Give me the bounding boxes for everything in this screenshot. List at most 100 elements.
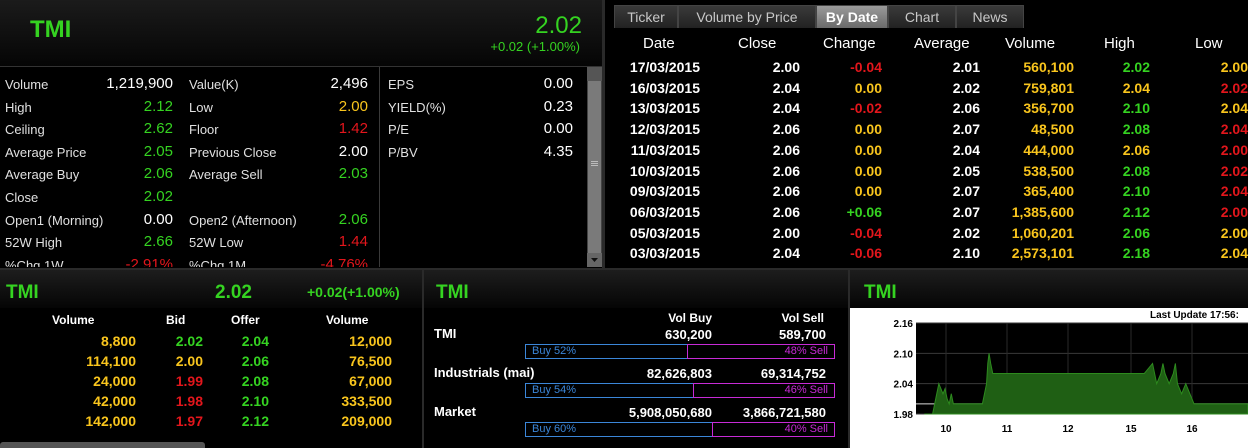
scroll-up-button[interactable] xyxy=(587,67,602,81)
orderbook-ov: 12,000 xyxy=(349,333,392,349)
cell-close: 2.06 xyxy=(772,162,800,179)
stat-label: Low xyxy=(189,99,213,115)
scroll-thumb[interactable] xyxy=(588,81,601,253)
stat-value: 0.00 xyxy=(543,120,573,138)
table-row[interactable]: 12/03/2015 2.06 0.00 2.07 48,500 2.08 2.04 xyxy=(605,121,1248,141)
y-tick-label: 2.16 xyxy=(894,319,914,330)
column-header[interactable]: Change xyxy=(823,35,876,52)
tab-by-date[interactable]: By Date xyxy=(816,5,888,28)
orderbook-bv: 114,100 xyxy=(86,353,136,369)
grip-icon xyxy=(591,161,598,162)
orderbook-bv: 42,000 xyxy=(93,393,136,409)
chart-title: TMI xyxy=(864,282,897,303)
tab-chart[interactable]: Chart xyxy=(888,5,956,28)
orderbook-header: Volume xyxy=(326,313,369,327)
tab-ticker[interactable]: Ticker xyxy=(614,5,678,28)
tab-volume-by-price[interactable]: Volume by Price xyxy=(678,5,816,28)
stat-label: Volume xyxy=(5,77,49,92)
cell-avg: 2.02 xyxy=(952,79,980,96)
stat-value: 0.23 xyxy=(543,97,573,115)
vol-buy-header: Vol Buy xyxy=(668,311,712,325)
orderbook-offer: 2.12 xyxy=(241,413,269,429)
cell-vol: 560,100 xyxy=(1023,59,1074,75)
stat-label: %Chg 1W xyxy=(5,257,64,267)
orderbook-bv: 142,000 xyxy=(85,413,136,429)
cell-close: 2.06 xyxy=(772,203,800,220)
stat-label: Average Price xyxy=(5,144,87,160)
orderbook-ov: 333,500 xyxy=(341,393,392,409)
table-row[interactable]: 05/03/2015 2.00 -0.04 2.02 1,060,201 2.06 2.00 xyxy=(605,225,1248,245)
column-header[interactable]: High xyxy=(1104,35,1135,52)
cell-close: 2.06 xyxy=(772,141,800,158)
stat-label: %Chg 1M xyxy=(189,257,247,267)
intraday-chart: 2.16 2.10 2.04 1.98 10 11 12 15 16 xyxy=(894,319,1248,435)
cell-vol: 1,385,600 xyxy=(1011,203,1074,220)
stat-value: 2,496 xyxy=(330,75,368,92)
table-row[interactable]: 09/03/2015 2.06 0.00 2.07 365,400 2.10 2.04 xyxy=(605,183,1248,203)
cell-high: 2.04 xyxy=(1122,79,1150,96)
cell-high: 2.10 xyxy=(1122,100,1150,117)
orderbook-row[interactable]: 114,100 2.00 2.06 76,500 xyxy=(0,353,422,373)
cell-low: 2.02 xyxy=(1220,162,1248,179)
cell-change: 0.00 xyxy=(854,162,882,179)
orderbook-row[interactable]: 24,000 1.99 2.08 67,000 xyxy=(0,373,422,393)
buy-pct-label: Buy 54% xyxy=(532,384,577,396)
table-row[interactable]: 13/03/2015 2.04 -0.02 2.06 356,700 2.10 2.04 xyxy=(605,100,1248,120)
stat-value: 0.00 xyxy=(143,210,173,228)
volbuysell-title: TMI xyxy=(436,282,469,303)
cell-avg: 2.10 xyxy=(952,245,980,262)
vol-sell-value: 589,700 xyxy=(779,327,826,342)
cell-vol: 48,500 xyxy=(1031,121,1074,138)
cell-high: 2.06 xyxy=(1122,141,1150,158)
orderbook-row[interactable]: 142,000 1.97 2.12 209,000 xyxy=(0,413,422,433)
x-tick-label: 11 xyxy=(1002,424,1013,435)
stats-scrollbar[interactable] xyxy=(587,67,602,267)
cell-low: 2.00 xyxy=(1220,203,1248,220)
column-header[interactable]: Low xyxy=(1195,35,1223,52)
cell-close: 2.06 xyxy=(772,183,800,200)
table-row[interactable]: 16/03/2015 2.04 0.00 2.02 759,801 2.04 2.02 xyxy=(605,80,1248,100)
orderbook-row[interactable]: 42,000 1.98 2.10 333,500 xyxy=(0,393,422,413)
vol-sell-value: 69,314,752 xyxy=(760,366,826,381)
vbs-row-label: Market xyxy=(434,404,476,419)
cell-change: -0.02 xyxy=(850,100,882,117)
y-tick-label: 2.04 xyxy=(894,380,914,391)
stat-label: 52W Low xyxy=(189,235,244,251)
table-row[interactable]: 06/03/2015 2.06 +0.06 2.07 1,385,600 2.12 2.00 xyxy=(605,204,1248,224)
stat-value: 1.42 xyxy=(338,120,368,138)
table-row[interactable]: 10/03/2015 2.06 0.00 2.05 538,500 2.08 2.02 xyxy=(605,163,1248,183)
stat-label: YIELD(%) xyxy=(388,99,446,115)
column-header[interactable]: Date xyxy=(643,35,675,52)
vol-sell-value: 3,866,721,580 xyxy=(742,405,826,420)
orderbook-change: +0.02(+1.00%) xyxy=(307,284,400,300)
stat-value: 2.00 xyxy=(338,97,368,115)
stat-label: Average Sell xyxy=(189,167,263,183)
cell-date: 11/03/2015 xyxy=(630,141,700,158)
orderbook-bv: 8,800 xyxy=(100,333,136,349)
cell-close: 2.00 xyxy=(772,224,800,241)
scroll-handle[interactable] xyxy=(0,442,205,448)
stat-value: 2.06 xyxy=(338,210,368,228)
tab-news[interactable]: News xyxy=(956,5,1024,28)
vol-buy-value: 82,626,803 xyxy=(646,366,712,381)
cell-date: 12/03/2015 xyxy=(629,121,700,138)
orderbook-header: Bid xyxy=(166,313,186,327)
stat-value: 1,219,900 xyxy=(106,75,173,92)
x-tick-label: 10 xyxy=(940,424,952,435)
orderbook-row[interactable]: 8,800 2.02 2.04 12,000 xyxy=(0,333,422,353)
column-header[interactable]: Volume xyxy=(1005,35,1055,52)
scroll-down-button[interactable] xyxy=(587,253,602,267)
table-row[interactable]: 17/03/2015 2.00 -0.04 2.01 560,100 2.02 2.00 xyxy=(605,59,1248,79)
stat-label: Open2 (Afternoon) xyxy=(189,212,297,228)
orderbook-price: 2.02 xyxy=(215,282,252,303)
cell-change: +0.06 xyxy=(846,203,882,220)
table-row[interactable]: 11/03/2015 2.06 0.00 2.04 444,000 2.06 2.00 xyxy=(605,142,1248,162)
cell-vol: 444,000 xyxy=(1023,141,1074,158)
column-header[interactable]: Close xyxy=(738,35,776,52)
buy-pct-label: Buy 52% xyxy=(532,345,577,357)
table-row[interactable]: 03/03/2015 2.04 -0.06 2.10 2,573,101 2.18 2.04 xyxy=(605,245,1248,265)
cell-low: 2.04 xyxy=(1220,121,1248,138)
cell-vol: 356,700 xyxy=(1023,100,1074,117)
column-header[interactable]: Average xyxy=(914,35,970,52)
buy-sell-ratio-bar: Buy 52% 48% Sell xyxy=(525,344,835,359)
